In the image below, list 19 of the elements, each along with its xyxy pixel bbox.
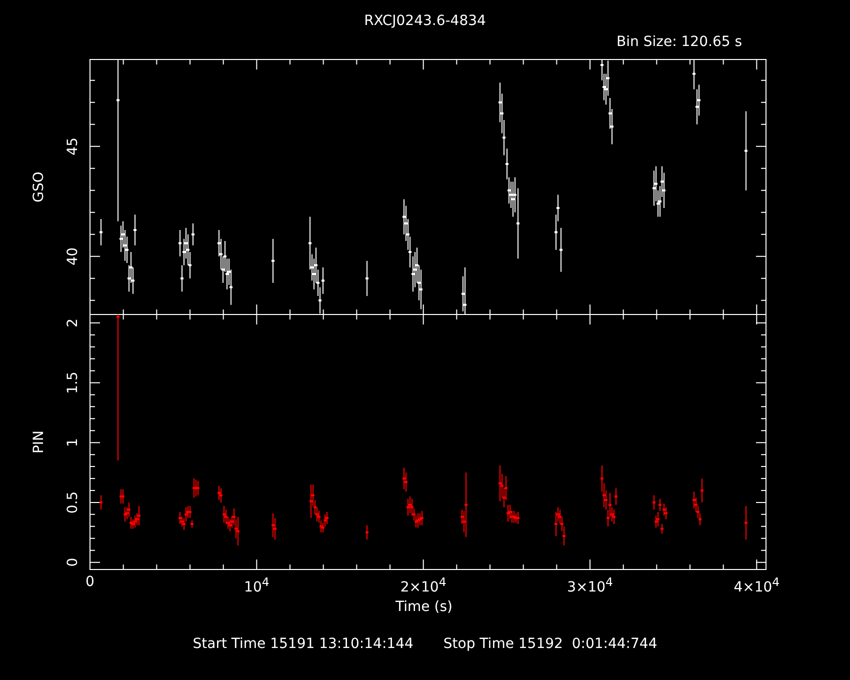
y-axis-label: GSO <box>31 172 47 202</box>
x-tick-label: 10$^{4}$ <box>244 574 270 596</box>
y-tick-label: 40 <box>65 248 81 266</box>
x-tick-label: 3×10$^{4}$ <box>567 574 613 596</box>
x-axis-label: Time (s) <box>396 599 452 615</box>
start-time-label: Start Time 15191 13:10:14:144 <box>192 636 414 652</box>
y-tick-label: 2 <box>65 318 81 328</box>
y-tick-label: 0 <box>65 558 81 567</box>
y-tick-label: 1.5 <box>65 372 81 394</box>
x-tick-label: 4×10$^{4}$ <box>734 574 780 596</box>
y-tick-label: 0.5 <box>65 491 81 514</box>
y-axis-label: PIN <box>31 430 47 454</box>
x-tick-label: 2×10$^{4}$ <box>400 574 446 596</box>
plot-title: RXCJ0243.6-4834 <box>364 13 486 30</box>
y-tick-label: 1 <box>65 438 81 448</box>
stop-time-label: Stop Time 15192 0:01:44:744 <box>443 636 658 652</box>
x-tick-label: 0 <box>86 573 94 592</box>
y-tick-label: 45 <box>65 138 81 156</box>
bin-size-label: Bin Size: 120.65 s <box>616 34 742 51</box>
